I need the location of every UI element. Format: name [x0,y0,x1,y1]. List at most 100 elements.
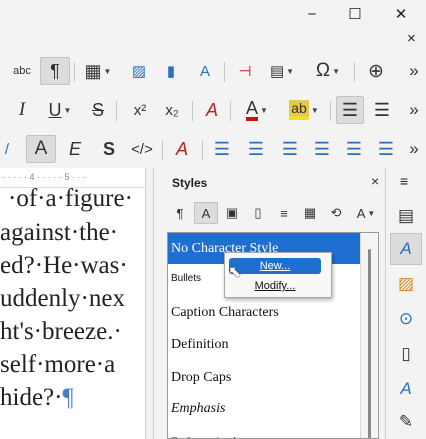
sidebar-splitter[interactable] [145,168,154,439]
close-sidebar-button[interactable]: × [371,173,379,189]
separator [354,62,355,82]
fill-format-icon[interactable]: ⟲ [324,202,348,224]
list-style-2-icon[interactable]: ☰ [242,135,270,163]
styles-sidebar: Styles × ¶ A ▣ ▯ ≡ ▦ ⟲ A ▼ No Character S… [154,168,385,439]
minimize-button[interactable]: − [289,2,335,26]
menubar-strip: × [0,28,426,52]
separator [330,101,331,121]
document-line: uddenly·nex [0,285,125,312]
list-item[interactable]: Drop Caps [168,364,360,392]
align-center-button[interactable]: ☰ [368,96,396,124]
strikethrough-button[interactable]: S [86,96,110,124]
document-line: against·the· [0,219,119,246]
manage-changes-tab-icon[interactable]: ✎ [390,406,422,438]
omega-icon: Ω [315,60,331,81]
font-color-icon: A [246,99,259,121]
more-toolbar-button[interactable]: » [404,135,424,163]
clear-formatting-button[interactable]: A [198,96,226,124]
font-color-button[interactable]: A ▼ [236,96,278,124]
list-style-3-icon[interactable]: ☰ [276,135,304,163]
document-line: ed?·He·was· [0,252,128,279]
list-styles-icon[interactable]: ≡ [272,202,296,224]
chevron-down-icon: ▼ [332,66,341,76]
document-line: ht's·breeze.· [0,318,122,345]
list-scrollbar[interactable] [360,233,378,438]
quotation-style-button[interactable]: E [62,135,88,163]
navigator-tab-icon[interactable]: ⊙ [390,303,422,335]
style-inspector-tab-icon[interactable]: A [390,373,422,405]
sidebar-menu-icon[interactable]: ≡ [400,173,408,189]
align-left-button[interactable]: ☰ [336,96,364,124]
source-text-button[interactable]: </> [126,135,158,163]
page-styles-icon[interactable]: ▯ [246,202,270,224]
style-actions-button[interactable]: A ▼ [350,202,382,224]
clear-style-button[interactable]: A [168,135,196,163]
paragraph-mark: ¶ [62,384,74,411]
properties-tab-icon[interactable]: ▤ [390,200,422,232]
subscript-button[interactable]: x₂ [158,96,186,124]
underline-icon: U [48,99,62,120]
chevron-down-icon: ▼ [103,66,112,76]
list-style-4-icon[interactable]: ☰ [308,135,336,163]
superscript-button[interactable]: x² [126,96,154,124]
close-window-button[interactable]: ✕ [378,2,424,26]
maximize-button[interactable]: ☐ [332,2,378,26]
more-toolbar-button[interactable]: » [404,57,424,85]
chevron-down-icon: ▼ [260,105,268,115]
gallery-tab-icon[interactable]: ▨ [390,268,422,300]
separator [162,140,163,160]
separator [202,140,203,160]
table-icon: ▦ [84,60,102,81]
insert-textbox-icon[interactable]: A [192,57,218,85]
styles-toolbar: / A E S </> A ☰ ☰ ☰ ☰ ☰ ☰ » [0,130,426,168]
sidebar-tab-bar: ≡ ▤ A ▨ ⊙ ▯ A ✎ [385,168,426,439]
document-page[interactable]: ·of·a·figure· against·the· ed?·He·was· u… [0,188,145,439]
paragraph-styles-icon[interactable]: ¶ [168,202,192,224]
style-category-bar: ¶ A ▣ ▯ ≡ ▦ ⟲ A ▼ [168,202,382,226]
list-style-6-icon[interactable]: ☰ [372,135,400,163]
list-item[interactable]: Definition [168,331,360,359]
emphasis-style-button[interactable]: A [26,135,56,163]
paragraph-style-icon[interactable]: / [0,135,14,163]
chevron-down-icon: ▼ [63,105,72,115]
list-item[interactable]: Emphasis [168,395,360,423]
special-character-button[interactable]: Ω ▼ [306,57,350,85]
more-toolbar-button[interactable]: » [404,96,424,124]
strong-style-button[interactable]: S [96,135,122,163]
field-icon: ▤ [269,63,285,80]
horizontal-ruler[interactable]: · · · · · 4 · · · · · 5 · · · [0,168,145,188]
table-styles-icon[interactable]: ▦ [298,202,322,224]
insert-chart-icon[interactable]: ▮ [158,57,184,85]
styles-tab-icon[interactable]: A [390,233,422,265]
list-item[interactable]: Endnote Anchor [168,427,360,438]
formatting-marks-button[interactable]: ¶ [40,57,70,85]
insert-table-button[interactable]: ▦ ▼ [80,57,116,85]
underline-button[interactable]: U ▼ [40,96,80,124]
document-line: hide?·¶ [0,384,74,411]
document-line: self·more·a [0,351,116,378]
character-styles-icon[interactable]: A [194,202,218,224]
menu-item-new[interactable]: New... [229,258,321,274]
highlighter-icon: ab [289,100,309,120]
formatting-toolbar: I U ▼ S x² x₂ A A ▼ ab ▼ ☰ ☰ » [0,91,426,129]
insert-image-icon[interactable]: ▨ [126,57,152,85]
menu-item-modify[interactable]: Modify... [229,278,321,294]
chevron-down-icon: ▼ [286,66,295,76]
list-style-1-icon[interactable]: ☰ [208,135,236,163]
spellcheck-icon[interactable]: abc [8,57,36,85]
separator [74,62,75,82]
standard-toolbar: abc ¶ ▦ ▼ ▨ ▮ A ⊣ ▤ ▼ Ω ▼ ⊕ » [0,52,426,90]
insert-field-button[interactable]: ▤ ▼ [264,57,300,85]
close-document-button[interactable]: × [407,30,416,47]
page-break-icon[interactable]: ⊣ [232,57,258,85]
separator [192,101,193,121]
list-style-5-icon[interactable]: ☰ [340,135,368,163]
hyperlink-icon[interactable]: ⊕ [362,57,390,85]
frame-styles-icon[interactable]: ▣ [220,202,244,224]
scrollbar-thumb[interactable] [368,249,371,438]
list-item[interactable]: Caption Characters [168,299,360,327]
page-tab-icon[interactable]: ▯ [390,338,422,370]
separator [230,101,231,121]
italic-button[interactable]: I [10,96,34,124]
highlight-color-button[interactable]: ab ▼ [282,96,326,124]
